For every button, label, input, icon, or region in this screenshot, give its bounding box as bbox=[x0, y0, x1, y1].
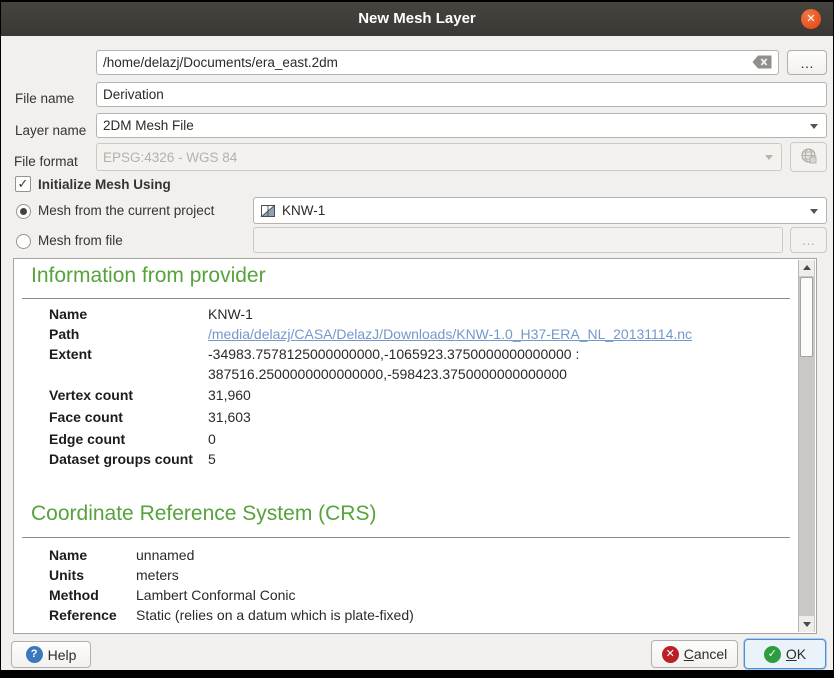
new-mesh-layer-dialog: New Mesh Layer ✕ File name … Layer name … bbox=[0, 0, 834, 678]
row-value: 31,960 bbox=[208, 387, 251, 403]
layer-name-input[interactable] bbox=[96, 82, 827, 107]
window-title: New Mesh Layer bbox=[1, 2, 833, 36]
mesh-from-file-radio[interactable] bbox=[16, 234, 31, 249]
row-value: 31,603 bbox=[208, 409, 251, 425]
row-value: -34983.7578125000000000,-1065923.3750000… bbox=[208, 346, 579, 362]
table-row: Dataset groups count5 bbox=[49, 451, 216, 467]
radio-dot bbox=[20, 208, 27, 215]
crs-select-button bbox=[790, 142, 827, 172]
project-mesh-value: KNW-1 bbox=[282, 203, 325, 218]
row-value: Lambert Conformal Conic bbox=[136, 587, 296, 603]
row-label: Edge count bbox=[49, 431, 208, 447]
mesh-from-file-label: Mesh from file bbox=[38, 233, 123, 248]
row-label: Vertex count bbox=[49, 387, 208, 403]
row-value: Static (relies on a datum which is plate… bbox=[136, 607, 414, 623]
path-link[interactable]: /media/delazj/CASA/DelazJ/Downloads/KNW-… bbox=[208, 326, 692, 342]
table-row-continued: 387516.2500000000000000,-598423.37500000… bbox=[208, 366, 567, 382]
metadata-panel: Information from provider NameKNW-1 Path… bbox=[13, 258, 817, 634]
crs-value: EPSG:4326 - WGS 84 bbox=[103, 150, 237, 165]
scroll-up-button[interactable] bbox=[799, 260, 814, 276]
mesh-file-browse-button: … bbox=[790, 227, 827, 253]
mesh-file-input bbox=[253, 227, 783, 253]
chevron-down-icon bbox=[810, 209, 818, 214]
ok-button[interactable]: ✓ OK bbox=[744, 639, 826, 669]
crs-combobox: EPSG:4326 - WGS 84 bbox=[96, 143, 782, 171]
checkbox-check-icon: ✓ bbox=[18, 176, 29, 191]
mesh-from-project-label: Mesh from the current project bbox=[38, 203, 214, 218]
ok-label: OK bbox=[786, 646, 806, 662]
initialize-mesh-checkbox[interactable]: ✓ bbox=[15, 176, 31, 192]
row-value: meters bbox=[136, 567, 179, 583]
ellipsis-label: … bbox=[800, 55, 814, 71]
mesh-from-project-radio[interactable] bbox=[16, 204, 31, 219]
title-bar[interactable]: New Mesh Layer ✕ bbox=[1, 2, 833, 37]
row-value: 5 bbox=[208, 451, 216, 467]
scrollbar-thumb[interactable] bbox=[800, 277, 813, 357]
row-value: 0 bbox=[208, 431, 216, 447]
table-row: Extent-34983.7578125000000000,-1065923.3… bbox=[49, 346, 579, 362]
cancel-icon: ✕ bbox=[662, 646, 679, 663]
row-label: Method bbox=[49, 587, 136, 603]
help-icon: ? bbox=[26, 646, 43, 663]
cancel-button[interactable]: ✕ Cancel bbox=[651, 640, 738, 668]
table-row: ReferenceStatic (relies on a datum which… bbox=[49, 607, 414, 623]
table-row: Path/media/delazj/CASA/DelazJ/Downloads/… bbox=[49, 326, 692, 342]
table-row: Unitsmeters bbox=[49, 567, 179, 583]
row-label: Name bbox=[49, 306, 208, 322]
close-button[interactable]: ✕ bbox=[801, 9, 821, 29]
row-value: unnamed bbox=[136, 547, 194, 563]
table-row: Edge count0 bbox=[49, 431, 216, 447]
crs-info-heading: Coordinate Reference System (CRS) bbox=[31, 502, 376, 526]
chevron-down-icon bbox=[810, 124, 818, 129]
clear-field-icon[interactable] bbox=[752, 55, 772, 74]
row-value: 387516.2500000000000000,-598423.37500000… bbox=[208, 366, 567, 382]
divider bbox=[22, 298, 790, 299]
project-mesh-combobox[interactable]: KNW-1 bbox=[253, 197, 827, 224]
ok-icon: ✓ bbox=[764, 646, 781, 663]
row-label: Dataset groups count bbox=[49, 451, 208, 467]
arrow-down-icon bbox=[803, 622, 811, 627]
file-format-label: File format bbox=[14, 154, 78, 169]
provider-info-heading: Information from provider bbox=[31, 264, 266, 288]
scroll-down-button[interactable] bbox=[799, 616, 814, 632]
initialize-mesh-label: Initialize Mesh Using bbox=[38, 177, 171, 192]
row-value: KNW-1 bbox=[208, 306, 253, 322]
row-label: Reference bbox=[49, 607, 136, 623]
layer-name-label: Layer name bbox=[15, 123, 86, 138]
table-row: MethodLambert Conformal Conic bbox=[49, 587, 296, 603]
chevron-down-icon bbox=[765, 155, 773, 160]
file-name-label: File name bbox=[15, 91, 74, 106]
table-row: Face count31,603 bbox=[49, 409, 251, 425]
divider bbox=[22, 537, 790, 538]
row-label: Name bbox=[49, 547, 136, 563]
cancel-label: Cancel bbox=[684, 646, 728, 662]
row-label: Units bbox=[49, 567, 136, 583]
vertical-scrollbar[interactable] bbox=[798, 260, 815, 632]
file-format-value: 2DM Mesh File bbox=[103, 118, 194, 133]
arrow-up-icon bbox=[803, 265, 811, 270]
ellipsis-label: … bbox=[802, 232, 816, 248]
file-browse-button[interactable]: … bbox=[787, 50, 827, 75]
row-label: Path bbox=[49, 326, 208, 342]
table-row: Vertex count31,960 bbox=[49, 387, 251, 403]
mesh-layer-icon bbox=[260, 203, 276, 219]
row-label: Extent bbox=[49, 346, 208, 362]
file-name-input[interactable] bbox=[96, 50, 779, 75]
close-icon: ✕ bbox=[806, 13, 815, 25]
row-label: Face count bbox=[49, 409, 208, 425]
help-button[interactable]: ? Help bbox=[11, 641, 91, 668]
file-format-combobox[interactable]: 2DM Mesh File bbox=[96, 113, 827, 138]
help-label: Help bbox=[48, 647, 77, 663]
globe-crs-icon bbox=[800, 147, 818, 168]
table-row: NameKNW-1 bbox=[49, 306, 253, 322]
table-row: Nameunnamed bbox=[49, 547, 194, 563]
